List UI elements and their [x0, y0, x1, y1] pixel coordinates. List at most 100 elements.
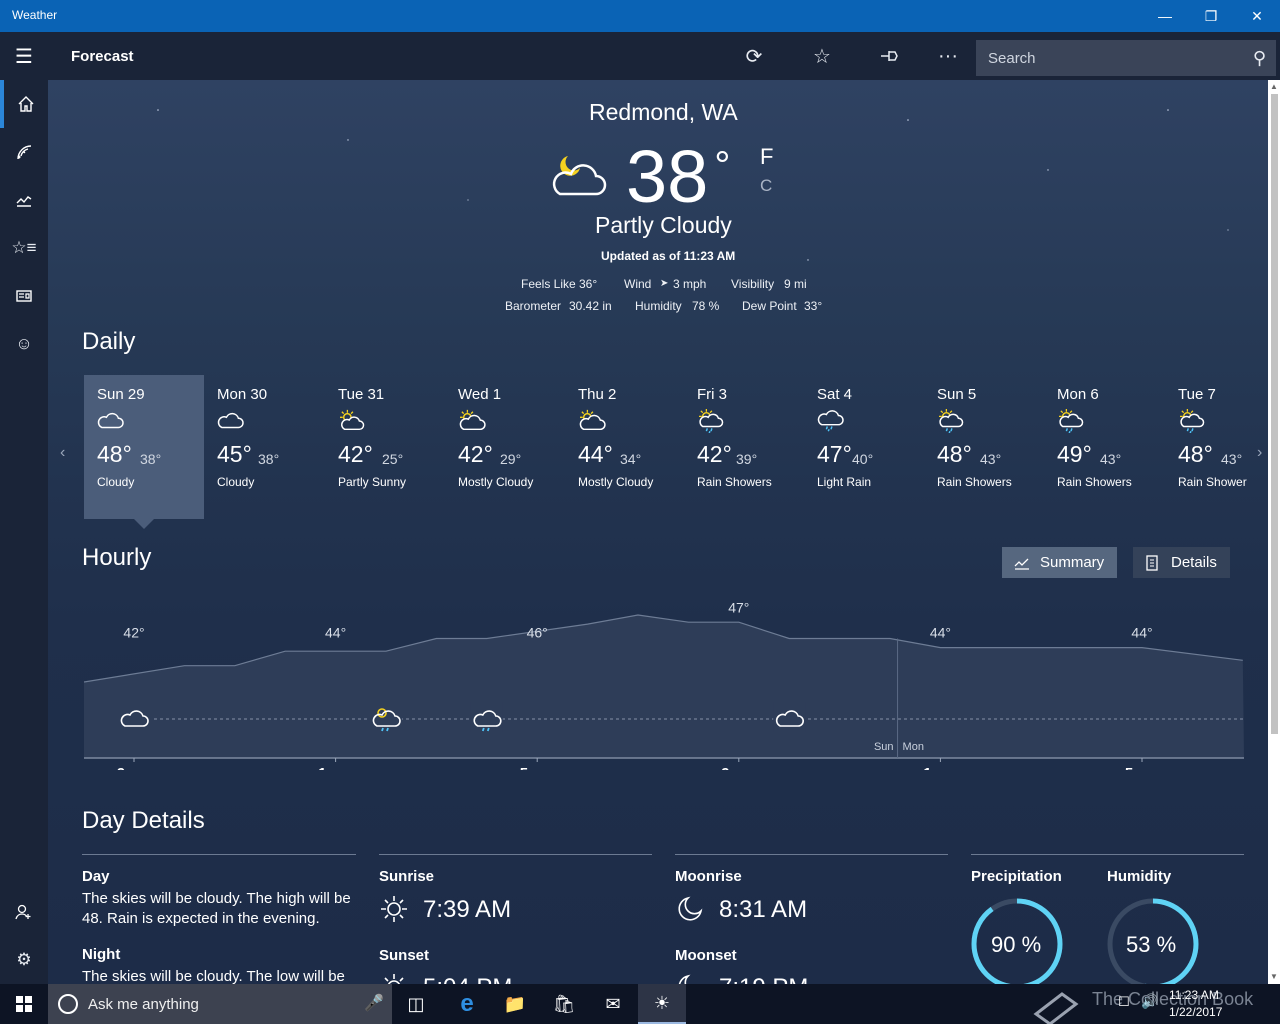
- edge-app-button[interactable]: e: [443, 984, 491, 1024]
- day-high: 42°: [458, 441, 493, 467]
- moon-icon: [678, 896, 703, 921]
- daily-day-2[interactable]: Mon 30 45° 38° Cloudy: [204, 375, 324, 519]
- search-icon[interactable]: ⚲: [1253, 48, 1266, 69]
- day-condition: Mostly Cloudy: [458, 475, 534, 489]
- daily-day-6[interactable]: Fri 3 42° 39° Rain Showers: [684, 375, 804, 519]
- day-name: Wed 1: [458, 386, 502, 403]
- hourly-chart: Sun Mon 42° 44° 46° 47° 44° 44° 9 am 1 pm 5 pm 9 pm…: [84, 600, 1244, 770]
- daily-day-4[interactable]: Wed 1 42° 29° Mostly Cloudy: [445, 375, 565, 519]
- scroll-thumb[interactable]: [1271, 94, 1278, 734]
- day-condition: Cloudy: [217, 475, 255, 489]
- day-name: Mon 30: [217, 386, 268, 403]
- nav-news[interactable]: [0, 272, 48, 320]
- barometer-value: 30.42 in: [569, 299, 612, 313]
- current-temperature: 38 °: [626, 135, 731, 218]
- search-input[interactable]: [976, 49, 1226, 67]
- store-button[interactable]: 🛍: [540, 984, 588, 1024]
- window-title: Weather: [12, 8, 58, 22]
- mail-button[interactable]: ✉: [589, 984, 637, 1024]
- vertical-scrollbar[interactable]: ▲ ▼: [1268, 80, 1280, 984]
- restore-button[interactable]: ❐: [1188, 0, 1234, 32]
- volume-icon[interactable]: 🔊: [1141, 993, 1158, 1010]
- pin-button[interactable]: [866, 32, 914, 80]
- scroll-up-icon[interactable]: ▲: [1270, 82, 1278, 91]
- dew-point-label: Dew Point: [742, 299, 797, 313]
- cortana-search-input[interactable]: [88, 995, 338, 1013]
- daily-day-5[interactable]: Thu 2 44° 34° Mostly Cloudy: [565, 375, 685, 519]
- temperature-area: [84, 615, 1244, 758]
- divider: [675, 854, 948, 855]
- day-boundary-after: Mon: [903, 741, 924, 753]
- daily-heading: Daily: [82, 328, 136, 355]
- home-icon: [18, 96, 34, 112]
- rain-showers-icon: [1180, 409, 1205, 433]
- minimize-button[interactable]: —: [1142, 0, 1188, 32]
- nav-places[interactable]: ☆≡: [0, 224, 48, 272]
- microphone-icon[interactable]: 🎤: [364, 993, 384, 1013]
- star-icon: ☆: [813, 45, 831, 68]
- nav-settings[interactable]: ⚙: [0, 936, 48, 984]
- day-low: 29°: [500, 451, 522, 467]
- humidity-detail-label: Humidity: [1107, 868, 1172, 885]
- day-details-heading: Day Details: [82, 807, 205, 834]
- daily-prev-chevron-icon[interactable]: ‹: [60, 444, 65, 462]
- start-button[interactable]: [0, 984, 48, 1024]
- day-text: The skies will be cloudy. The high will …: [82, 890, 351, 927]
- search-box[interactable]: ⚲: [976, 40, 1276, 76]
- nav-historical[interactable]: [0, 176, 48, 224]
- scroll-down-icon[interactable]: ▼: [1270, 972, 1278, 981]
- day-low: 43°: [980, 451, 1002, 467]
- edge-icon: e: [460, 990, 474, 1017]
- day-condition: Rain Showers: [697, 475, 772, 489]
- refresh-button[interactable]: ⟳: [730, 32, 778, 80]
- mostly-cloudy-icon: [459, 409, 486, 431]
- humidity-value: 78 %: [692, 299, 720, 313]
- time-label-4: 9 pm: [721, 765, 756, 770]
- daily-day-3[interactable]: Tue 31 42° 25° Partly Sunny: [325, 375, 445, 519]
- unit-celsius[interactable]: C: [760, 176, 772, 196]
- person-add-icon: [15, 904, 31, 920]
- favorite-button[interactable]: ☆: [798, 32, 846, 80]
- hamburger-menu-button[interactable]: ☰: [0, 32, 48, 80]
- day-low: 34°: [620, 451, 642, 467]
- day-name: Sun 5: [937, 386, 977, 403]
- daily-day-1[interactable]: Sun 29 48° 38° Cloudy: [84, 375, 204, 519]
- daily-day-7[interactable]: Sat 4 47° 40° Light Rain: [804, 375, 924, 519]
- day-condition: Mostly Cloudy: [578, 475, 654, 489]
- time-label-1: 9 am: [117, 765, 151, 770]
- nav-account[interactable]: [0, 888, 48, 936]
- cortana-search[interactable]: 🎤: [48, 984, 392, 1024]
- task-view-button[interactable]: ◫: [392, 984, 440, 1024]
- nav-forecast[interactable]: [0, 80, 48, 128]
- hourly-temp-label: 42°: [123, 625, 144, 641]
- nav-feedback[interactable]: ☺: [0, 320, 48, 368]
- taskbar-date[interactable]: 1/22/2017: [1169, 1005, 1222, 1019]
- nav-maps[interactable]: [0, 128, 48, 176]
- day-low: 39°: [736, 451, 758, 467]
- time-label-3: 5 pm: [520, 765, 555, 770]
- details-label: Details: [1171, 554, 1217, 571]
- day-high: 42°: [697, 441, 732, 467]
- divider: [379, 854, 652, 855]
- day-low: 40°: [852, 451, 874, 467]
- daily-day-8[interactable]: Sun 5 48° 43° Rain Showers: [924, 375, 1044, 519]
- document-icon: [1146, 554, 1158, 571]
- close-button[interactable]: ✕: [1234, 0, 1280, 32]
- wind-direction-icon: ➤: [660, 278, 669, 289]
- unit-fahrenheit[interactable]: F: [760, 144, 773, 170]
- day-high: 42°: [338, 441, 373, 467]
- daily-day-10[interactable]: Tue 7 48° 43° Rain Shower: [1165, 375, 1268, 519]
- day-low: 43°: [1221, 451, 1243, 467]
- file-explorer-button[interactable]: 📁: [491, 984, 539, 1024]
- rain-showers-icon: [370, 702, 402, 732]
- summary-button[interactable]: Summary: [1002, 547, 1117, 578]
- network-icon[interactable]: ☐: [1118, 994, 1130, 1010]
- wind-value: 3 mph: [673, 277, 707, 291]
- more-options-button[interactable]: ···: [924, 32, 972, 80]
- taskbar-time[interactable]: 11:23 AM: [1169, 988, 1219, 1002]
- hourly-temp-label: 46°: [527, 625, 548, 641]
- pin-icon: [881, 51, 898, 61]
- weather-app-button[interactable]: ☀: [638, 984, 686, 1024]
- details-button[interactable]: Details: [1133, 547, 1230, 578]
- daily-day-9[interactable]: Mon 6 49° 43° Rain Showers: [1044, 375, 1164, 519]
